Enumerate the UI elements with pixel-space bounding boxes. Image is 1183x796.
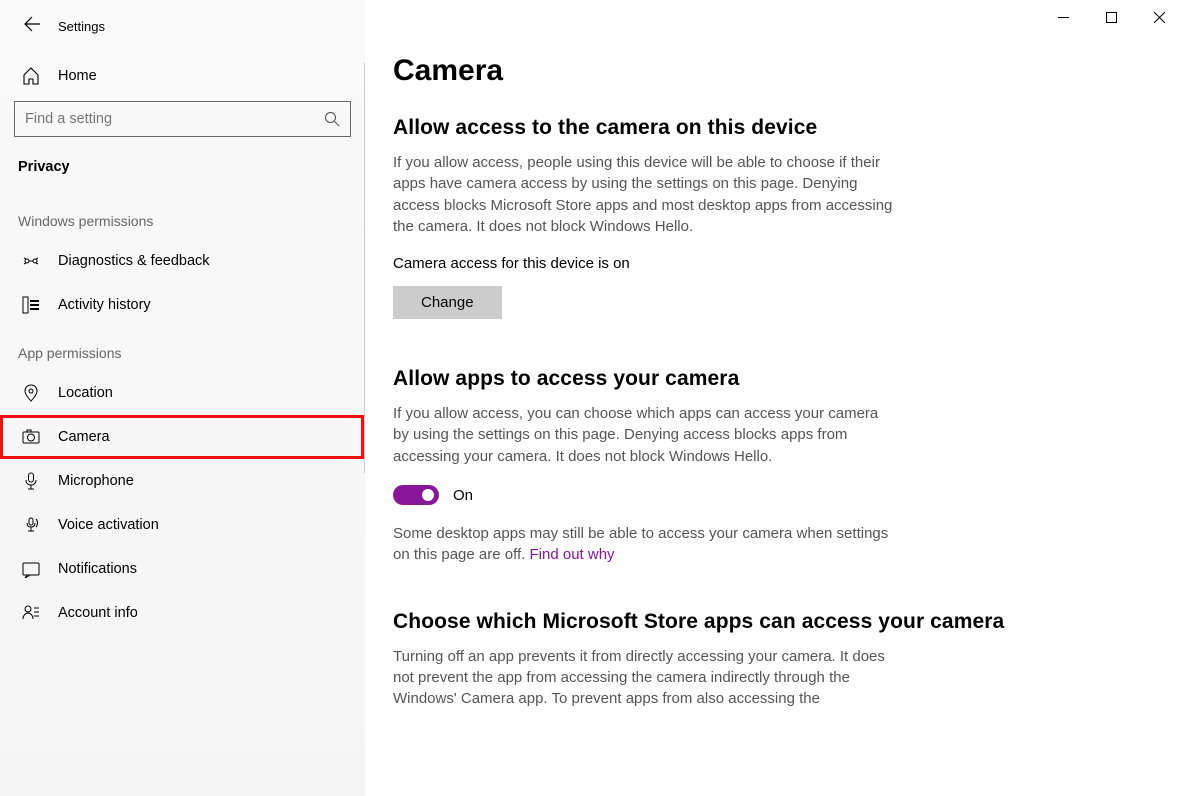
toggle-state-label: On <box>453 487 473 504</box>
minimize-button[interactable] <box>1039 0 1087 34</box>
find-out-why-link[interactable]: Find out why <box>530 546 615 563</box>
section2-body: If you allow access, you can choose whic… <box>393 403 893 467</box>
search-field[interactable] <box>25 111 324 127</box>
sidebar-item-voice[interactable]: Voice activation <box>0 503 365 547</box>
device-access-status: Camera access for this device is on <box>393 255 1143 272</box>
main-content: Camera Allow access to the camera on thi… <box>365 0 1183 796</box>
arrow-left-icon <box>24 16 40 32</box>
section3-body: Turning off an app prevents it from dire… <box>393 646 893 710</box>
sidebar-item-location[interactable]: Location <box>0 371 365 415</box>
sidebar-item-diagnostics[interactable]: Diagnostics & feedback <box>0 239 365 283</box>
nav-label: Notifications <box>58 561 137 577</box>
home-icon <box>22 67 40 85</box>
section3-heading: Choose which Microsoft Store apps can ac… <box>393 610 1143 634</box>
nav-label: Activity history <box>58 297 151 313</box>
desktop-apps-note: Some desktop apps may still be able to a… <box>393 523 893 566</box>
nav-label: Diagnostics & feedback <box>58 253 210 269</box>
search-input[interactable] <box>14 101 351 137</box>
voice-icon <box>22 516 40 534</box>
diagnostics-icon <box>22 252 40 270</box>
location-icon <box>22 384 40 402</box>
close-icon <box>1154 12 1165 23</box>
sidebar: Settings Home Privacy Windows permission… <box>0 0 365 796</box>
account-icon <box>22 604 40 622</box>
apps-access-toggle[interactable] <box>393 485 439 505</box>
maximize-icon <box>1106 12 1117 23</box>
home-nav[interactable]: Home <box>0 57 365 95</box>
nav-label: Microphone <box>58 473 134 489</box>
activity-icon <box>22 296 40 314</box>
window-title: Settings <box>58 19 105 34</box>
nav-label: Account info <box>58 605 138 621</box>
back-button[interactable] <box>24 16 40 37</box>
maximize-button[interactable] <box>1087 0 1135 34</box>
nav-label: Location <box>58 385 113 401</box>
notifications-icon <box>22 560 40 578</box>
search-icon <box>324 111 340 127</box>
sidebar-item-microphone[interactable]: Microphone <box>0 459 365 503</box>
page-title: Camera <box>393 54 1143 88</box>
nav-label: Camera <box>58 429 110 445</box>
close-button[interactable] <box>1135 0 1183 34</box>
group-app-permissions: App permissions <box>0 327 365 371</box>
section2-heading: Allow apps to access your camera <box>393 367 1143 391</box>
microphone-icon <box>22 472 40 490</box>
camera-icon <box>22 428 40 446</box>
section1-heading: Allow access to the camera on this devic… <box>393 116 1143 140</box>
sidebar-item-notifications[interactable]: Notifications <box>0 547 365 591</box>
home-label: Home <box>58 68 97 84</box>
change-button[interactable]: Change <box>393 286 502 319</box>
sidebar-item-activity[interactable]: Activity history <box>0 283 365 327</box>
sidebar-item-camera[interactable]: Camera <box>0 415 364 459</box>
minimize-icon <box>1058 12 1069 23</box>
section1-body: If you allow access, people using this d… <box>393 152 893 237</box>
group-windows-permissions: Windows permissions <box>0 195 365 239</box>
sidebar-item-account[interactable]: Account info <box>0 591 365 635</box>
nav-label: Voice activation <box>58 517 159 533</box>
privacy-context-label: Privacy <box>0 155 365 195</box>
